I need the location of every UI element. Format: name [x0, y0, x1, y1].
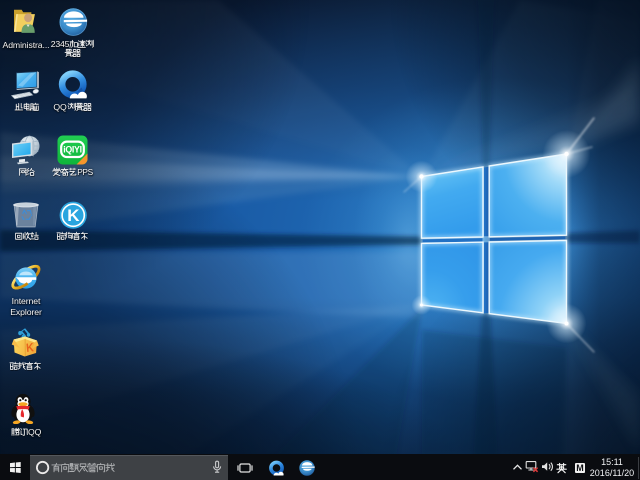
svg-text:iQIYI: iQIYI [63, 145, 82, 155]
svg-text:K: K [67, 206, 80, 225]
